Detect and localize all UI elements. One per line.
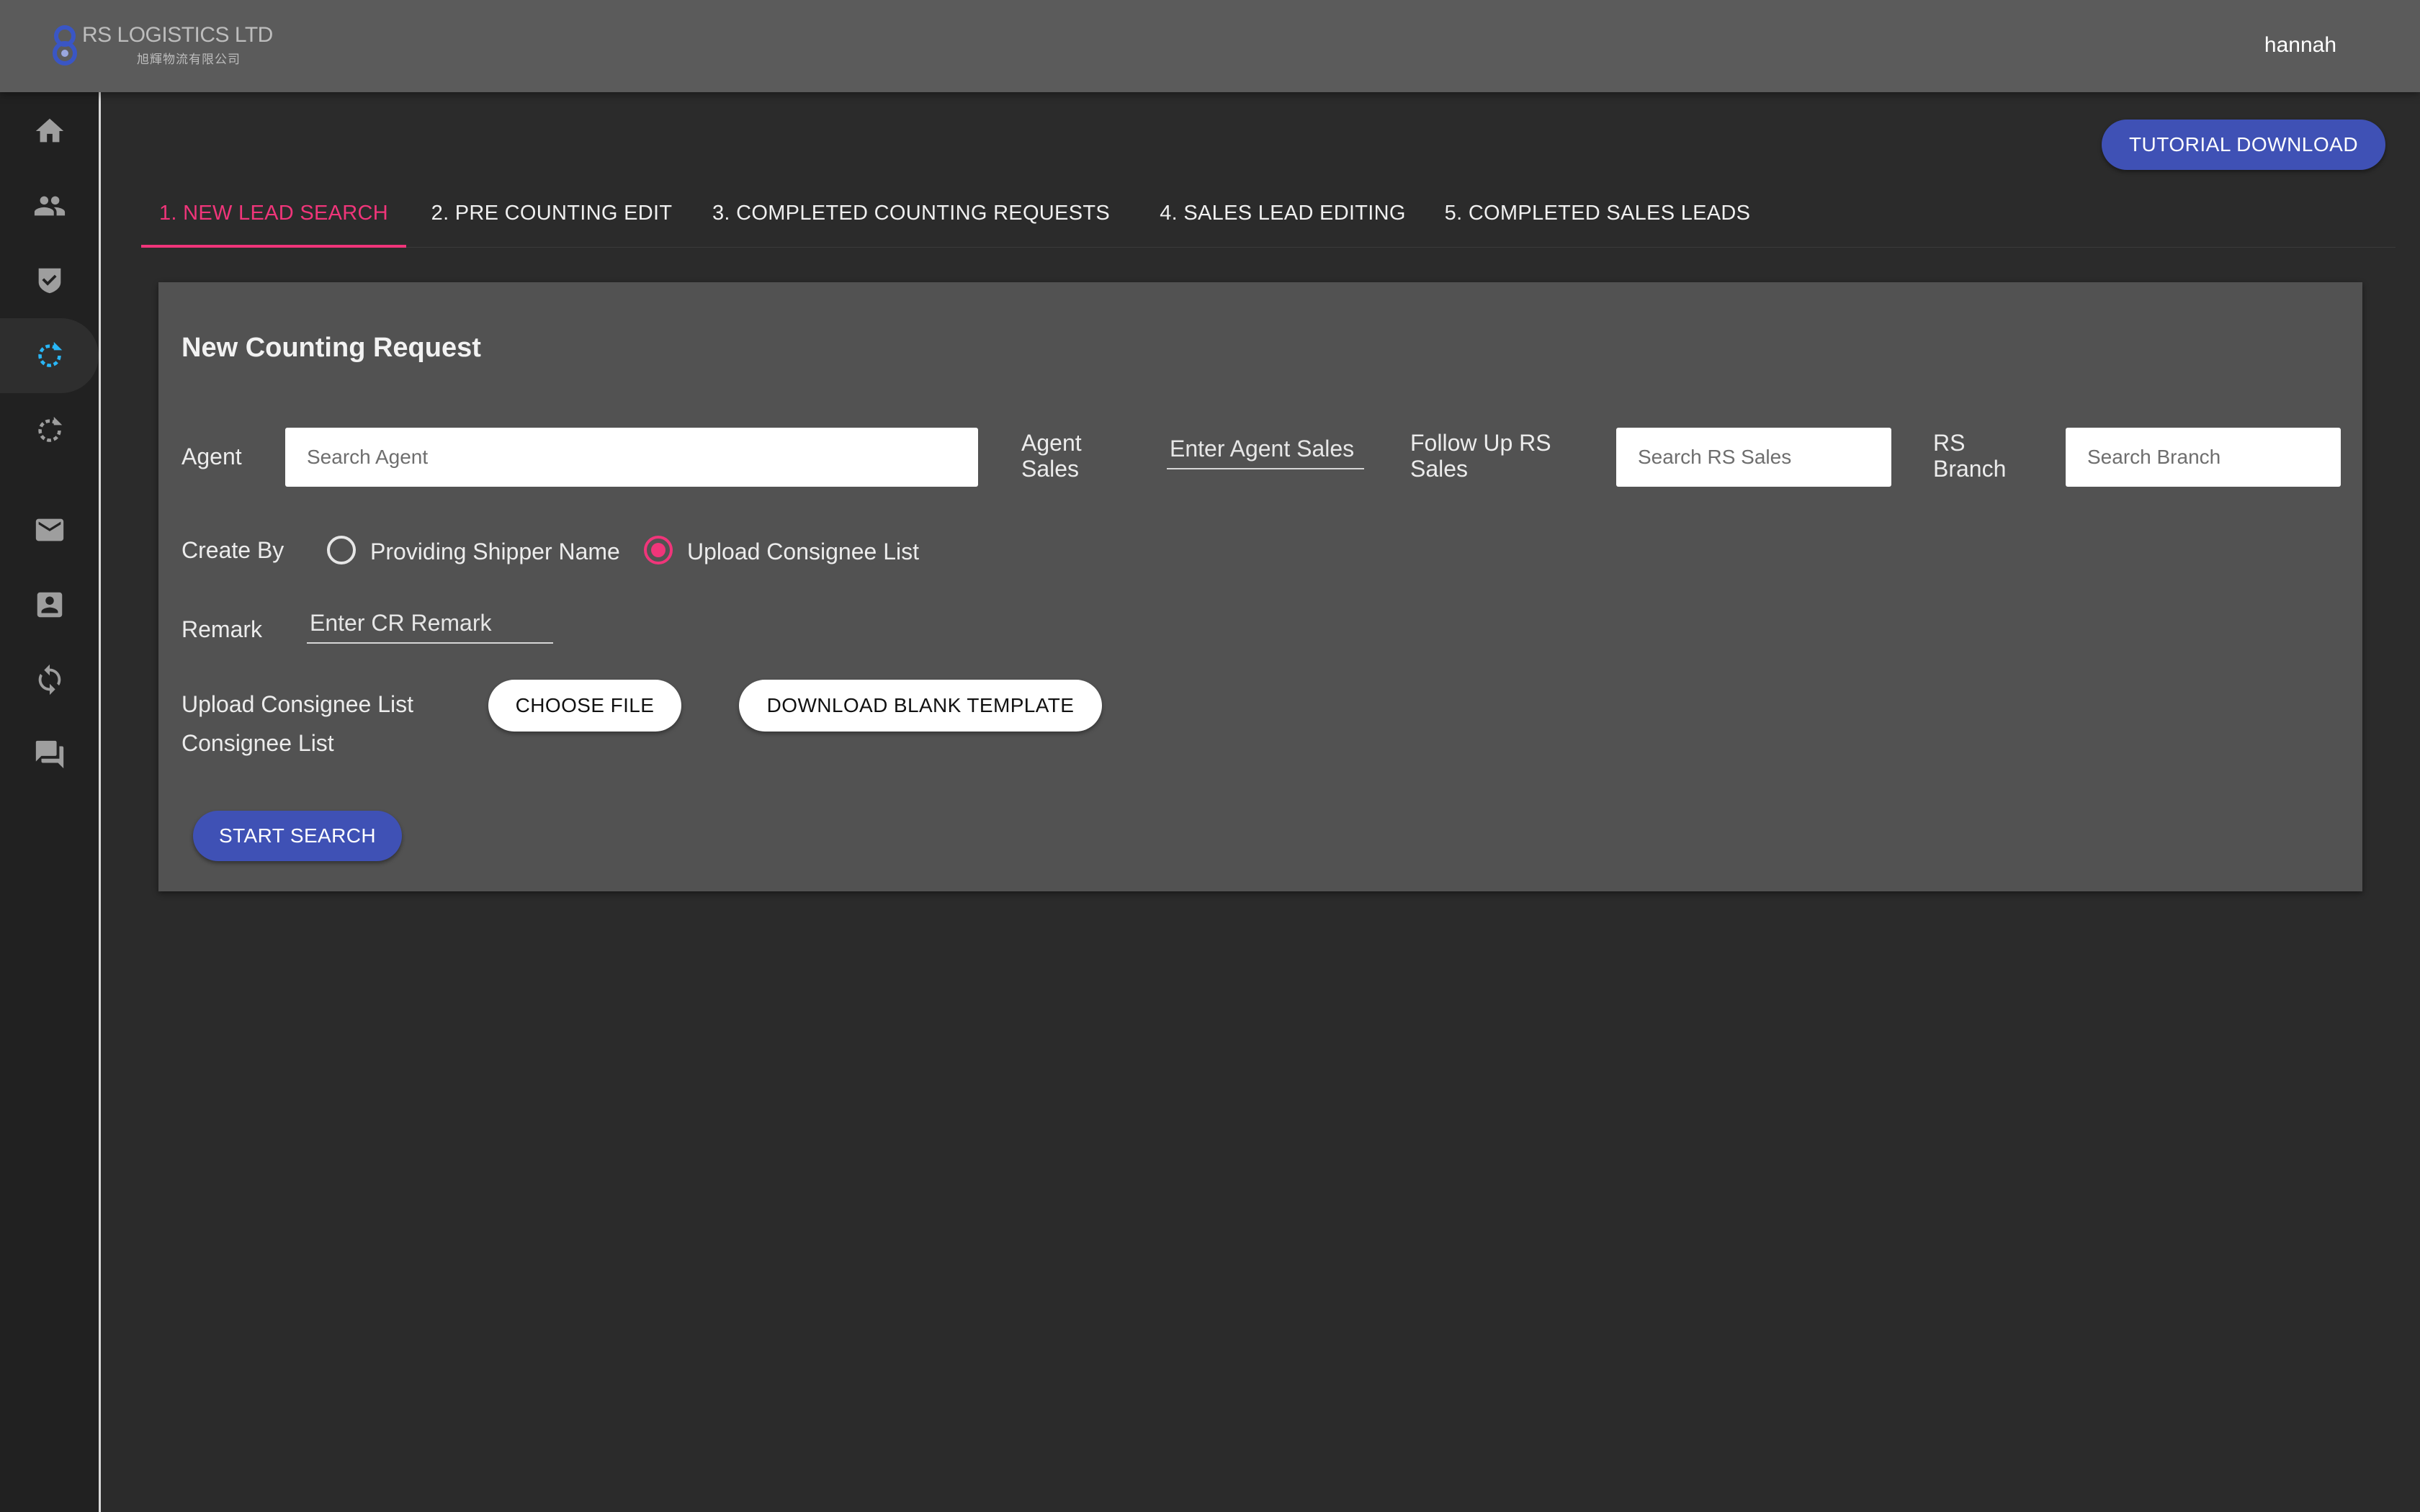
logo-title: RS LOGISTICS LTD	[82, 23, 273, 47]
tab-completed-counting-requests[interactable]: 3. COMPLETED COUNTING REQUESTS	[704, 179, 1118, 248]
radio-upload-consignee-list[interactable]	[644, 536, 673, 564]
logo-subtitle: 旭輝物流有限公司	[137, 53, 241, 66]
agent-sales-label: Agent Sales	[1021, 430, 1082, 482]
download-blank-template-button[interactable]: DOWNLOAD BLANK TEMPLATE	[739, 680, 1102, 732]
sidebar	[0, 92, 101, 1512]
radio-label-upload-consignee[interactable]: Upload Consignee List	[687, 539, 919, 564]
radio-providing-shipper-name[interactable]	[327, 536, 356, 564]
radio-label-shipper-name[interactable]: Providing Shipper Name	[370, 539, 620, 564]
branch-search-input[interactable]: Search Branch	[2066, 428, 2341, 487]
refresh-progress-icon	[37, 341, 62, 367]
sidebar-item-mail[interactable]	[0, 492, 99, 567]
rs-sales-search-input[interactable]: Search RS Sales	[1616, 428, 1891, 487]
branch-placeholder: Search Branch	[2087, 446, 2221, 468]
sidebar-item-verified[interactable]	[0, 243, 99, 318]
tab-new-lead-search[interactable]: 1. NEW LEAD SEARCH	[141, 179, 406, 248]
remark-input[interactable]: Enter CR Remark	[307, 603, 553, 644]
agent-sales-placeholder: Enter Agent Sales	[1170, 435, 1355, 462]
sidebar-item-home[interactable]	[0, 94, 99, 168]
upload-consignee-label: Upload Consignee List	[182, 691, 413, 717]
card-title: New Counting Request	[182, 333, 481, 363]
mail-icon	[35, 518, 63, 541]
sidebar-item-contacts[interactable]	[0, 567, 99, 642]
sidebar-item-people[interactable]	[0, 168, 99, 243]
contact-card-icon	[37, 592, 62, 618]
logo-mark-icon	[53, 25, 77, 66]
tab-bar: 1. NEW LEAD SEARCH 2. PRE COUNTING EDIT …	[141, 179, 2396, 248]
tab-sales-lead-editing[interactable]: 4. SALES LEAD EDITING	[1145, 179, 1420, 248]
choose-file-button[interactable]: CHOOSE FILE	[488, 680, 681, 732]
follow-up-rs-sales-label: Follow Up RS Sales	[1410, 430, 1551, 482]
forum-icon	[35, 740, 63, 769]
sidebar-item-counting-active[interactable]	[0, 318, 99, 393]
check-shield-icon	[38, 268, 60, 294]
agent-search-input[interactable]: Search Agent	[285, 428, 978, 487]
remark-placeholder: Enter CR Remark	[310, 609, 492, 636]
start-search-button[interactable]: START SEARCH	[193, 811, 402, 861]
new-counting-request-card: New Counting Request Agent Search Agent …	[158, 282, 2362, 891]
consignee-list-label: Consignee List	[182, 730, 334, 756]
tab-pre-counting-edit[interactable]: 2. PRE COUNTING EDIT	[421, 179, 683, 248]
tutorial-download-button[interactable]: TUTORIAL DOWNLOAD	[2102, 120, 2385, 170]
create-by-label: Create By	[182, 537, 284, 563]
active-tab-indicator	[141, 245, 406, 248]
home-icon	[35, 118, 63, 143]
rs-sales-placeholder: Search RS Sales	[1638, 446, 1792, 468]
sync-icon	[38, 664, 60, 696]
sidebar-item-forum[interactable]	[0, 717, 99, 792]
agent-label: Agent	[182, 444, 242, 469]
tab-completed-sales-leads[interactable]: 5. COMPLETED SALES LEADS	[1443, 179, 1752, 248]
company-logo[interactable]: RS LOGISTICS LTD 旭輝物流有限公司	[50, 20, 273, 72]
people-icon	[34, 196, 65, 216]
agent-sales-input[interactable]: Enter Agent Sales	[1167, 429, 1364, 469]
agent-placeholder: Search Agent	[307, 446, 429, 468]
sidebar-item-counting[interactable]	[0, 393, 99, 468]
remark-label: Remark	[182, 616, 263, 642]
refresh-progress-icon	[37, 416, 62, 442]
sidebar-item-sync[interactable]	[0, 642, 99, 717]
user-name[interactable]: hannah	[2264, 33, 2336, 58]
app-header: RS LOGISTICS LTD 旭輝物流有限公司 hannah	[0, 0, 2420, 92]
rs-branch-label: RS Branch	[1933, 430, 2007, 482]
